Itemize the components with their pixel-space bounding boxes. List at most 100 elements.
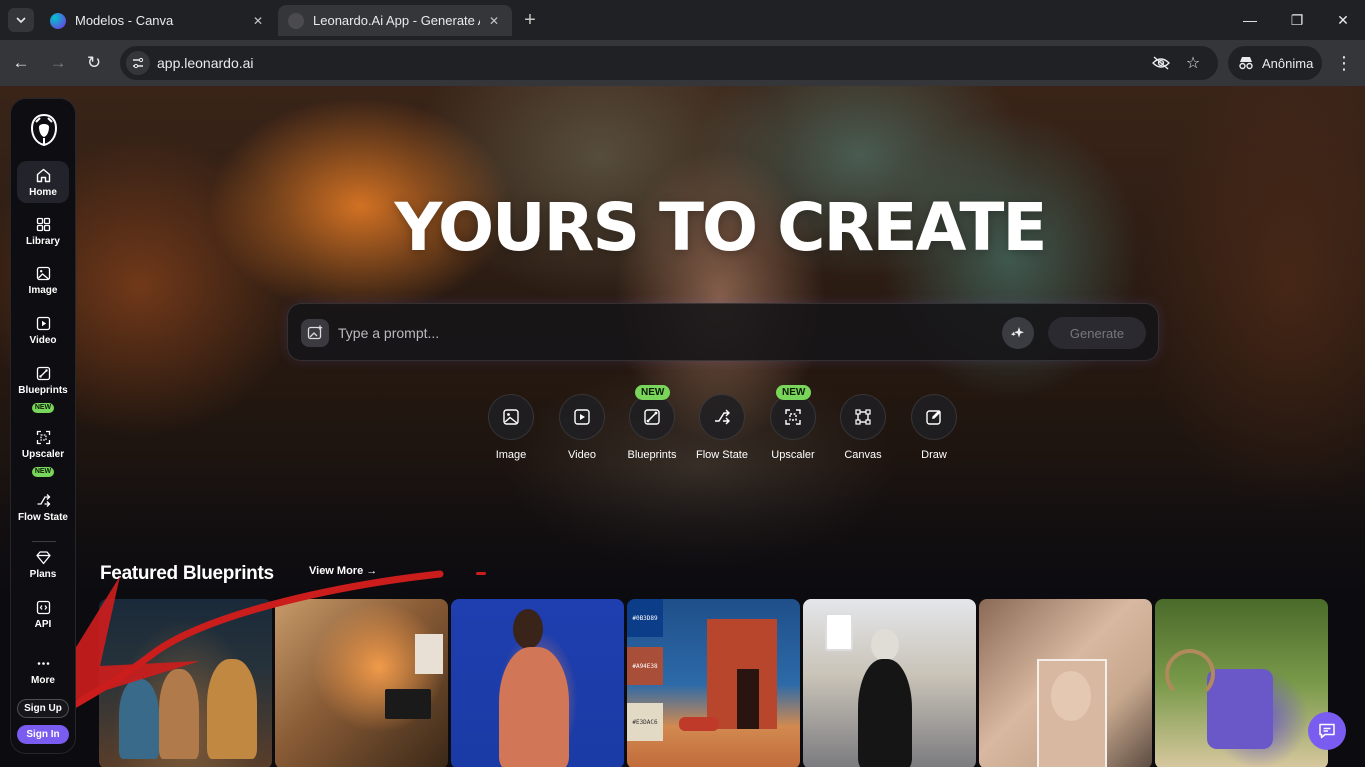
window-close-button[interactable]: ✕ bbox=[1329, 6, 1357, 34]
annotation-mark bbox=[476, 572, 486, 575]
quick-action-label: Canvas bbox=[844, 449, 882, 461]
browser-menu-icon[interactable]: ⋮ bbox=[1333, 50, 1355, 76]
tab-title: Leonardo.Ai App - Generate AI I bbox=[313, 13, 480, 28]
quick-action-label: Blueprints bbox=[627, 449, 677, 461]
generate-button[interactable]: Generate bbox=[1048, 317, 1146, 349]
quick-action-upscaler[interactable]: NEW Upscaler bbox=[753, 385, 833, 461]
sidebar-divider bbox=[32, 541, 56, 542]
prompt-enhance-button[interactable] bbox=[1002, 317, 1034, 349]
diamond-icon bbox=[35, 549, 51, 565]
more-dots-icon bbox=[35, 655, 51, 671]
quick-action-circle[interactable] bbox=[699, 394, 745, 440]
sidebar-item-api[interactable]: API bbox=[17, 599, 69, 630]
quick-action-circle[interactable] bbox=[629, 394, 675, 440]
leonardo-page: YOURS TO CREATE Generate Image Video NEW… bbox=[0, 86, 1365, 767]
quick-action-circle[interactable] bbox=[911, 394, 957, 440]
forward-button[interactable]: → bbox=[45, 50, 71, 76]
palette-swatch: #A94E38 bbox=[627, 647, 663, 685]
sidebar-item-label: Image bbox=[28, 285, 58, 296]
sidebar-item-more[interactable]: More bbox=[17, 655, 69, 686]
leonardo-favicon-icon bbox=[288, 12, 304, 29]
chat-icon bbox=[1319, 723, 1335, 739]
blueprint-card-fashion[interactable] bbox=[451, 599, 624, 767]
blueprint-card-interior[interactable] bbox=[275, 599, 448, 767]
prompt-input[interactable] bbox=[338, 318, 978, 348]
new-badge: NEW bbox=[31, 403, 55, 413]
quick-action-blueprints[interactable]: NEW Blueprints bbox=[612, 385, 692, 461]
blueprint-card-musicians[interactable] bbox=[99, 599, 272, 767]
quick-action-image[interactable]: Image bbox=[471, 394, 551, 461]
quick-action-video[interactable]: Video bbox=[542, 394, 622, 461]
prompt-bar: Generate bbox=[287, 303, 1159, 361]
support-chat-button[interactable] bbox=[1308, 712, 1346, 750]
sidebar-item-label: API bbox=[34, 619, 52, 630]
sidebar-item-library[interactable]: Library bbox=[17, 216, 69, 247]
sidebar-item-label: Blueprints bbox=[18, 385, 68, 396]
sparkle-icon bbox=[1011, 327, 1024, 338]
site-info-icon[interactable] bbox=[126, 51, 150, 75]
minimize-button[interactable]: — bbox=[1236, 6, 1264, 34]
view-more-link[interactable]: View More → bbox=[309, 565, 377, 577]
new-badge: NEW bbox=[635, 385, 671, 400]
sidebar-item-label: Video bbox=[29, 335, 57, 346]
quick-action-flow-state[interactable]: Flow State bbox=[682, 394, 762, 461]
leonardo-logo-icon[interactable] bbox=[28, 113, 60, 147]
sidebar-item-label: More bbox=[31, 675, 55, 686]
add-image-button[interactable] bbox=[301, 319, 329, 347]
bookmark-star-icon[interactable]: ☆ bbox=[1182, 52, 1204, 74]
video-icon bbox=[35, 315, 51, 331]
sidebar-item-label: Flow State bbox=[17, 512, 68, 523]
upscaler-icon bbox=[35, 429, 51, 445]
browser-tab-canva[interactable]: Modelos - Canva ✕ bbox=[40, 5, 276, 36]
sidebar-item-plans[interactable]: Plans bbox=[17, 549, 69, 580]
quick-action-circle[interactable] bbox=[559, 394, 605, 440]
quick-action-draw[interactable]: Draw bbox=[894, 394, 974, 461]
chevron-down-icon bbox=[16, 17, 26, 24]
draw-icon bbox=[926, 410, 941, 425]
sidebar-item-label: Plans bbox=[29, 569, 57, 580]
image-plus-icon bbox=[307, 325, 323, 340]
back-button[interactable]: ← bbox=[8, 50, 34, 76]
canvas-icon bbox=[855, 409, 871, 425]
close-icon[interactable]: ✕ bbox=[250, 13, 266, 29]
tab-search-button[interactable] bbox=[8, 8, 34, 32]
browser-toolbar: ← → ↻ app.leonardo.ai ☆ Anônima ⋮ bbox=[0, 40, 1365, 86]
close-icon[interactable]: ✕ bbox=[486, 13, 502, 29]
browser-tab-leonardo[interactable]: Leonardo.Ai App - Generate AI I ✕ bbox=[278, 5, 512, 36]
restore-button[interactable]: ❐ bbox=[1283, 6, 1311, 34]
reload-button[interactable]: ↻ bbox=[81, 50, 107, 76]
quick-action-label: Upscaler bbox=[771, 449, 815, 461]
quick-action-circle[interactable] bbox=[488, 394, 534, 440]
incognito-profile-button[interactable]: Anônima bbox=[1228, 46, 1322, 80]
flow-state-icon bbox=[715, 409, 730, 425]
sidebar-item-flow-state[interactable]: Flow State bbox=[17, 492, 69, 523]
blueprint-card-product[interactable] bbox=[1155, 599, 1328, 767]
sign-in-button[interactable]: Sign In bbox=[17, 725, 69, 744]
quick-action-circle[interactable] bbox=[770, 394, 816, 440]
blueprint-card-paris-woman[interactable] bbox=[803, 599, 976, 767]
sidebar-item-label: Upscaler bbox=[21, 449, 65, 460]
video-icon bbox=[574, 409, 590, 425]
sign-up-button[interactable]: Sign Up bbox=[17, 699, 69, 718]
sidebar-item-video[interactable]: Video bbox=[17, 315, 69, 346]
quick-action-circle[interactable] bbox=[840, 394, 886, 440]
new-tab-button[interactable]: + bbox=[518, 8, 542, 32]
blueprint-card-collage[interactable] bbox=[979, 599, 1152, 767]
quick-action-canvas[interactable]: Canvas bbox=[823, 394, 903, 461]
blueprint-icon bbox=[35, 365, 51, 381]
sidebar-item-image[interactable]: Image bbox=[17, 265, 69, 296]
grid-icon bbox=[35, 216, 51, 232]
address-bar[interactable]: app.leonardo.ai ☆ bbox=[120, 46, 1218, 80]
palette-swatch: #E3DAC6 bbox=[627, 703, 663, 741]
sidebar: Home Library Image Video Blueprints NEW … bbox=[10, 98, 76, 754]
sidebar-item-blueprints[interactable]: Blueprints NEW bbox=[17, 365, 69, 414]
hero-headline: YOURS TO CREATE bbox=[394, 189, 1048, 266]
url-text: app.leonardo.ai bbox=[157, 55, 254, 71]
hero-background-image bbox=[0, 86, 1365, 646]
eye-off-icon[interactable] bbox=[1150, 52, 1172, 74]
new-badge: NEW bbox=[776, 385, 812, 400]
sidebar-item-upscaler[interactable]: Upscaler NEW bbox=[17, 429, 69, 478]
blueprint-cards-row: #0B3D89 #A94E38 #E3DAC6 bbox=[99, 599, 1339, 767]
sidebar-item-home[interactable]: Home bbox=[17, 161, 69, 203]
blueprint-card-palette[interactable]: #0B3D89 #A94E38 #E3DAC6 bbox=[627, 599, 800, 767]
